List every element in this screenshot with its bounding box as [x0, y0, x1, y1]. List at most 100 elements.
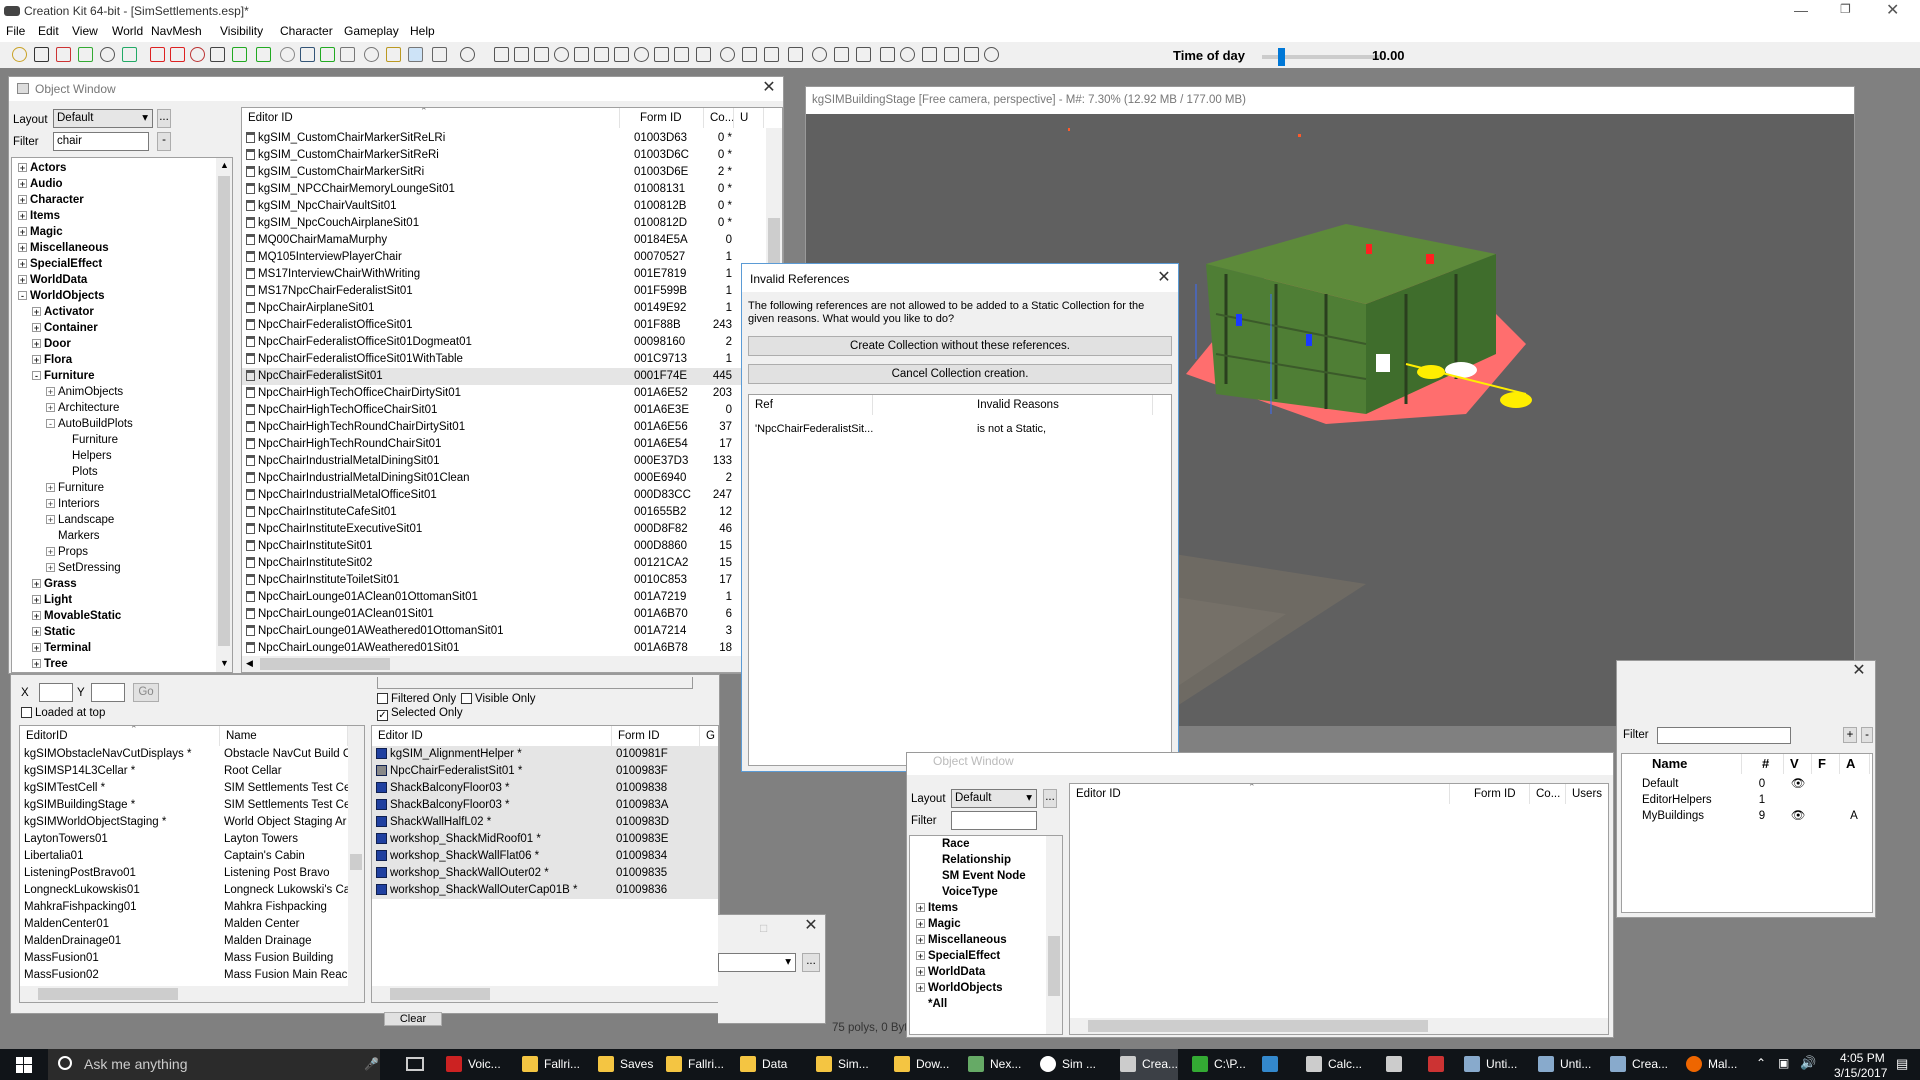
microphone-icon[interactable]: 🎤 [364, 1057, 379, 1071]
filter-clear-button[interactable]: - [157, 132, 171, 151]
remove-layer-button[interactable]: - [1861, 727, 1873, 743]
expand-icon[interactable]: + [32, 595, 41, 605]
tree-item[interactable]: SM Event Node [910, 868, 1046, 884]
expand-icon[interactable]: + [32, 339, 41, 349]
expand-icon[interactable]: + [18, 179, 27, 189]
table-row[interactable]: NpcChairInstituteExecutiveSit01 000D8F82 4… [242, 521, 764, 538]
minimize-button[interactable]: — [1794, 2, 1808, 18]
small-dialog-select[interactable]: ▾ [718, 953, 796, 972]
expand-icon[interactable]: + [32, 659, 41, 669]
taskbar-app-button[interactable]: Fallri... [522, 1049, 580, 1080]
expand-icon[interactable]: + [32, 579, 41, 589]
menu-gameplay[interactable]: Gameplay [344, 24, 399, 38]
table-row[interactable]: NpcChairHighTechRoundChairDirtySit01 001A… [242, 419, 764, 436]
table-row[interactable]: NpcChairInstituteToiletSit01 0010C853 17 [242, 572, 764, 589]
toolbar-tool-icon[interactable] [280, 47, 295, 62]
tree-item[interactable]: + Static [12, 624, 218, 640]
menu-world[interactable]: World [112, 24, 143, 38]
toolbar-tool-icon[interactable] [834, 47, 849, 62]
toolbar-tool-icon[interactable] [122, 47, 137, 62]
menu-edit[interactable]: Edit [38, 24, 59, 38]
taskbar-app-button[interactable]: Saves [598, 1049, 653, 1080]
tree-item[interactable]: - AutoBuildPlots [12, 416, 218, 432]
expand-icon[interactable]: + [32, 643, 41, 653]
table-row[interactable]: NpcChairInstituteSit01 000D8860 15 [242, 538, 764, 555]
object-list[interactable]: Editor ID ⌃ Form ID Co... U kgSIM_Custom… [241, 107, 783, 673]
table-row[interactable]: kgSIM_CustomChairMarkerSitRi 01003D6E 2 * [242, 164, 764, 181]
expand-icon[interactable]: + [916, 983, 925, 993]
small-dialog-browse-button[interactable]: ... [802, 953, 820, 972]
tree-item[interactable]: VoiceType [910, 884, 1046, 900]
menu-navmesh[interactable]: NavMesh [151, 24, 202, 38]
toolbar-tool-icon[interactable] [634, 47, 649, 62]
layer-row[interactable]: MyBuildings 9 👁 A [1622, 808, 1872, 825]
table-row[interactable]: NpcChairLounge01AClean01Sit01 001A6B70 6 [242, 606, 764, 623]
toolbar-tool-icon[interactable] [654, 47, 669, 62]
toolbar-tool-icon[interactable] [922, 47, 937, 62]
expand-icon[interactable]: + [916, 951, 925, 961]
toolbar-tool-icon[interactable] [386, 47, 401, 62]
layer-row[interactable]: EditorHelpers 1 [1622, 792, 1872, 809]
tree-item[interactable]: + Audio [12, 176, 218, 192]
expand-icon[interactable]: + [46, 547, 55, 557]
cancel-collection-button[interactable]: Cancel Collection creation. [748, 364, 1172, 384]
tree-scrollbar[interactable]: ▲ ▼ [216, 158, 232, 672]
category-tree-2[interactable]: Race Relationship SM Event Node VoiceType + I… [909, 835, 1063, 1035]
x-coordinate-input[interactable] [39, 683, 73, 702]
tree-item[interactable]: + Furniture [12, 480, 218, 496]
table-row[interactable]: MaldenCenter01 Malden Center [20, 916, 348, 933]
table-row[interactable]: kgSIM_NpcCouchAirplaneSit01 0100812D 0 * [242, 215, 764, 232]
col-form-id[interactable]: Form ID [1450, 784, 1530, 804]
toolbar-tool-icon[interactable] [696, 47, 711, 62]
windows-start-icon[interactable] [16, 1057, 32, 1073]
table-row[interactable]: MQ105InterviewPlayerChair 00070527 1 [242, 249, 764, 266]
close-button[interactable]: ✕ [1886, 0, 1899, 20]
toolbar-tool-icon[interactable] [190, 47, 205, 62]
eye-icon[interactable] [1788, 792, 1808, 809]
clock-time[interactable]: 4:05 PM [1840, 1051, 1885, 1065]
table-row[interactable]: NpcChairIndustrialMetalOfficeSit01 000D83… [242, 487, 764, 504]
layout-select[interactable]: Default ▾ [951, 789, 1037, 808]
tree-item[interactable]: Relationship [910, 852, 1046, 868]
task-view-icon[interactable] [406, 1057, 424, 1071]
layout-select[interactable]: Default ▾ [53, 109, 153, 128]
table-row[interactable]: kgSIMBuildingStage * SIM Settlements Test… [20, 797, 348, 814]
col-editor-id[interactable]: Editor ID [372, 726, 612, 746]
table-row[interactable]: NpcChairLounge01AWeathered01OttomanSit01… [242, 623, 764, 640]
toolbar-tool-icon[interactable] [34, 47, 49, 62]
menu-visibility[interactable]: Visibility [220, 24, 263, 38]
tree-item[interactable]: + Flora [12, 352, 218, 368]
toolbar-tool-icon[interactable] [432, 47, 447, 62]
layer-row[interactable]: Default 0 👁 [1622, 776, 1872, 793]
col-visible[interactable]: V [1784, 754, 1812, 774]
eye-icon[interactable]: 👁 [1788, 808, 1808, 825]
expand-icon[interactable]: + [916, 903, 925, 913]
expand-icon[interactable]: + [32, 307, 41, 317]
col-editor-id[interactable]: Editor ID [1070, 784, 1450, 804]
taskbar-app-button[interactable]: Crea... [1120, 1049, 1179, 1080]
table-row[interactable]: MaldenDrainage01 Malden Drainage [20, 933, 348, 950]
ref-list-hscrollbar[interactable] [372, 986, 718, 1002]
toolbar-tool-icon[interactable] [574, 47, 589, 62]
tree-item[interactable]: + Container [12, 320, 218, 336]
toolbar-tool-icon[interactable] [210, 47, 225, 62]
toolbar-tool-icon[interactable] [150, 47, 165, 62]
scroll-thumb[interactable] [1088, 1020, 1428, 1032]
expand-icon[interactable]: + [32, 323, 41, 333]
toolbar-tool-icon[interactable] [720, 47, 735, 62]
scroll-up-icon[interactable]: ▲ [220, 160, 229, 170]
cell-list[interactable]: EditorID ⌃ Name kgSIMObstacleNavCutDispl… [19, 725, 365, 1003]
toolbar-tool-icon[interactable] [594, 47, 609, 62]
cell-list-vscrollbar[interactable] [348, 726, 364, 986]
col-users[interactable]: Users [1566, 784, 1608, 804]
expand-icon[interactable]: + [18, 211, 27, 221]
toolbar-tool-icon[interactable] [256, 47, 271, 62]
go-button[interactable]: Go [133, 683, 159, 702]
col-frozen[interactable]: F [1812, 754, 1840, 774]
layer-active[interactable]: A [1844, 808, 1864, 825]
tree-item-all-partial[interactable]: *All [12, 672, 218, 673]
taskbar-app-button[interactable]: Dow... [894, 1049, 949, 1080]
filter-input[interactable] [951, 811, 1037, 830]
expand-icon[interactable]: + [46, 403, 55, 413]
table-row[interactable]: NpcChairInstituteCafeSit01 001655B2 12 [242, 504, 764, 521]
